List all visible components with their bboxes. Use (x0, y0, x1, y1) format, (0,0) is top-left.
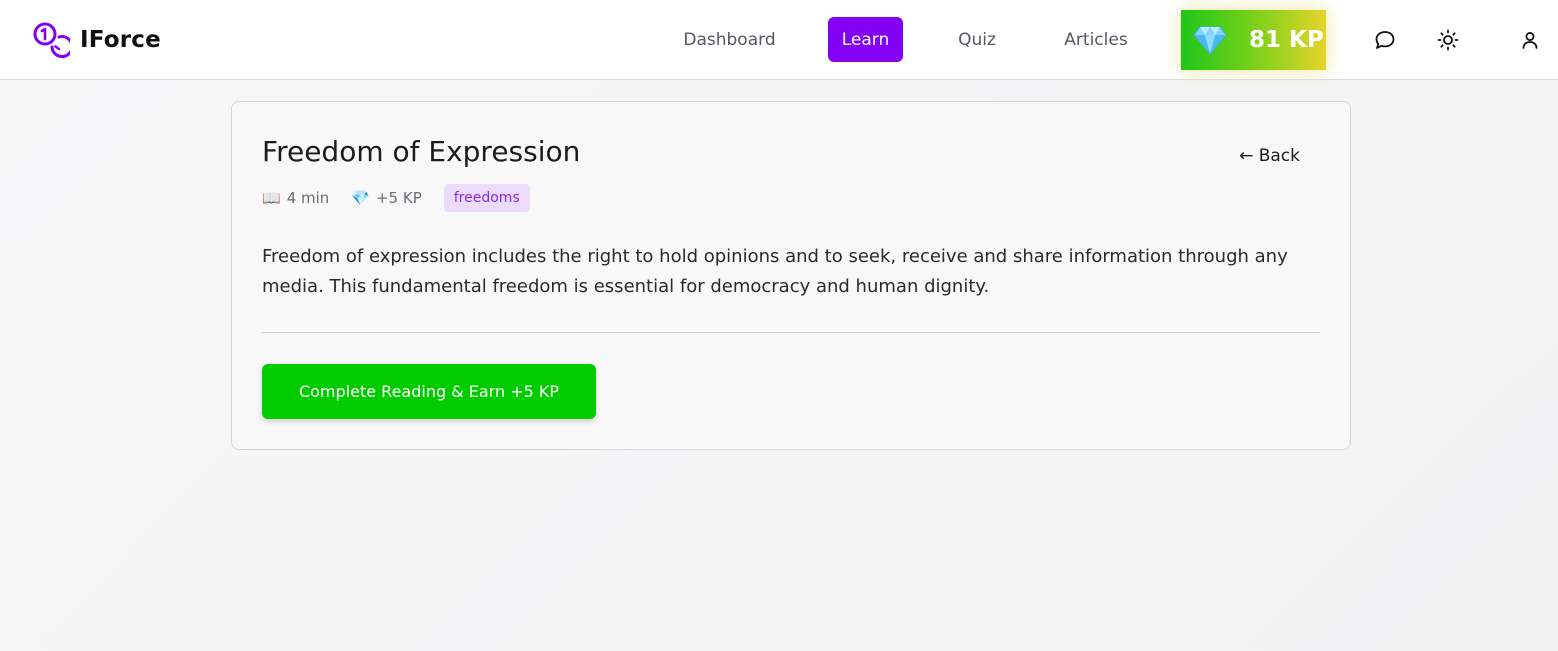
divider (262, 332, 1320, 333)
user-icon (1522, 32, 1538, 49)
chat-icon (1375, 31, 1395, 49)
complete-reading-button[interactable]: Complete Reading & Earn +5 KP (262, 364, 596, 419)
gem-icon (1193, 26, 1227, 55)
reward-value: +5 KP (375, 189, 422, 207)
article-meta: 📖 4 min 💎 +5 KP freedoms (262, 183, 530, 213)
article-card: Freedom of Expression ← Back 📖 4 min 💎 +… (231, 101, 1351, 450)
book-icon: 📖 (262, 189, 281, 207)
nav-link-dashboard[interactable]: Dashboard (672, 17, 787, 62)
theme-toggle-button[interactable] (1434, 26, 1462, 54)
nav-link-articles[interactable]: Articles (1052, 17, 1140, 62)
article-title: Freedom of Expression (262, 135, 581, 168)
brand[interactable]: IForce (32, 20, 161, 60)
profile-button[interactable] (1516, 26, 1544, 54)
kp-balance-value: 81 KP (1249, 27, 1324, 53)
read-time: 📖 4 min (262, 189, 329, 207)
nav-link-quiz[interactable]: Quiz (945, 17, 1009, 62)
category-tag[interactable]: freedoms (443, 184, 530, 212)
nav-link-learn[interactable]: Learn (828, 17, 903, 62)
brand-name: IForce (80, 27, 161, 53)
reward: 💎 +5 KP (351, 189, 421, 207)
sun-icon (1437, 29, 1459, 51)
iforce-logo-icon (33, 22, 70, 59)
back-link[interactable]: ← Back (1239, 146, 1300, 166)
top-navbar: IForce Dashboard Learn Quiz Articles 81 … (0, 0, 1558, 80)
chat-button[interactable] (1371, 26, 1399, 54)
gem-icon: 💎 (351, 189, 370, 207)
article-body: Freedom of expression includes the right… (262, 246, 1288, 297)
kp-balance-badge[interactable]: 81 KP (1181, 10, 1326, 70)
read-time-value: 4 min (286, 189, 330, 207)
